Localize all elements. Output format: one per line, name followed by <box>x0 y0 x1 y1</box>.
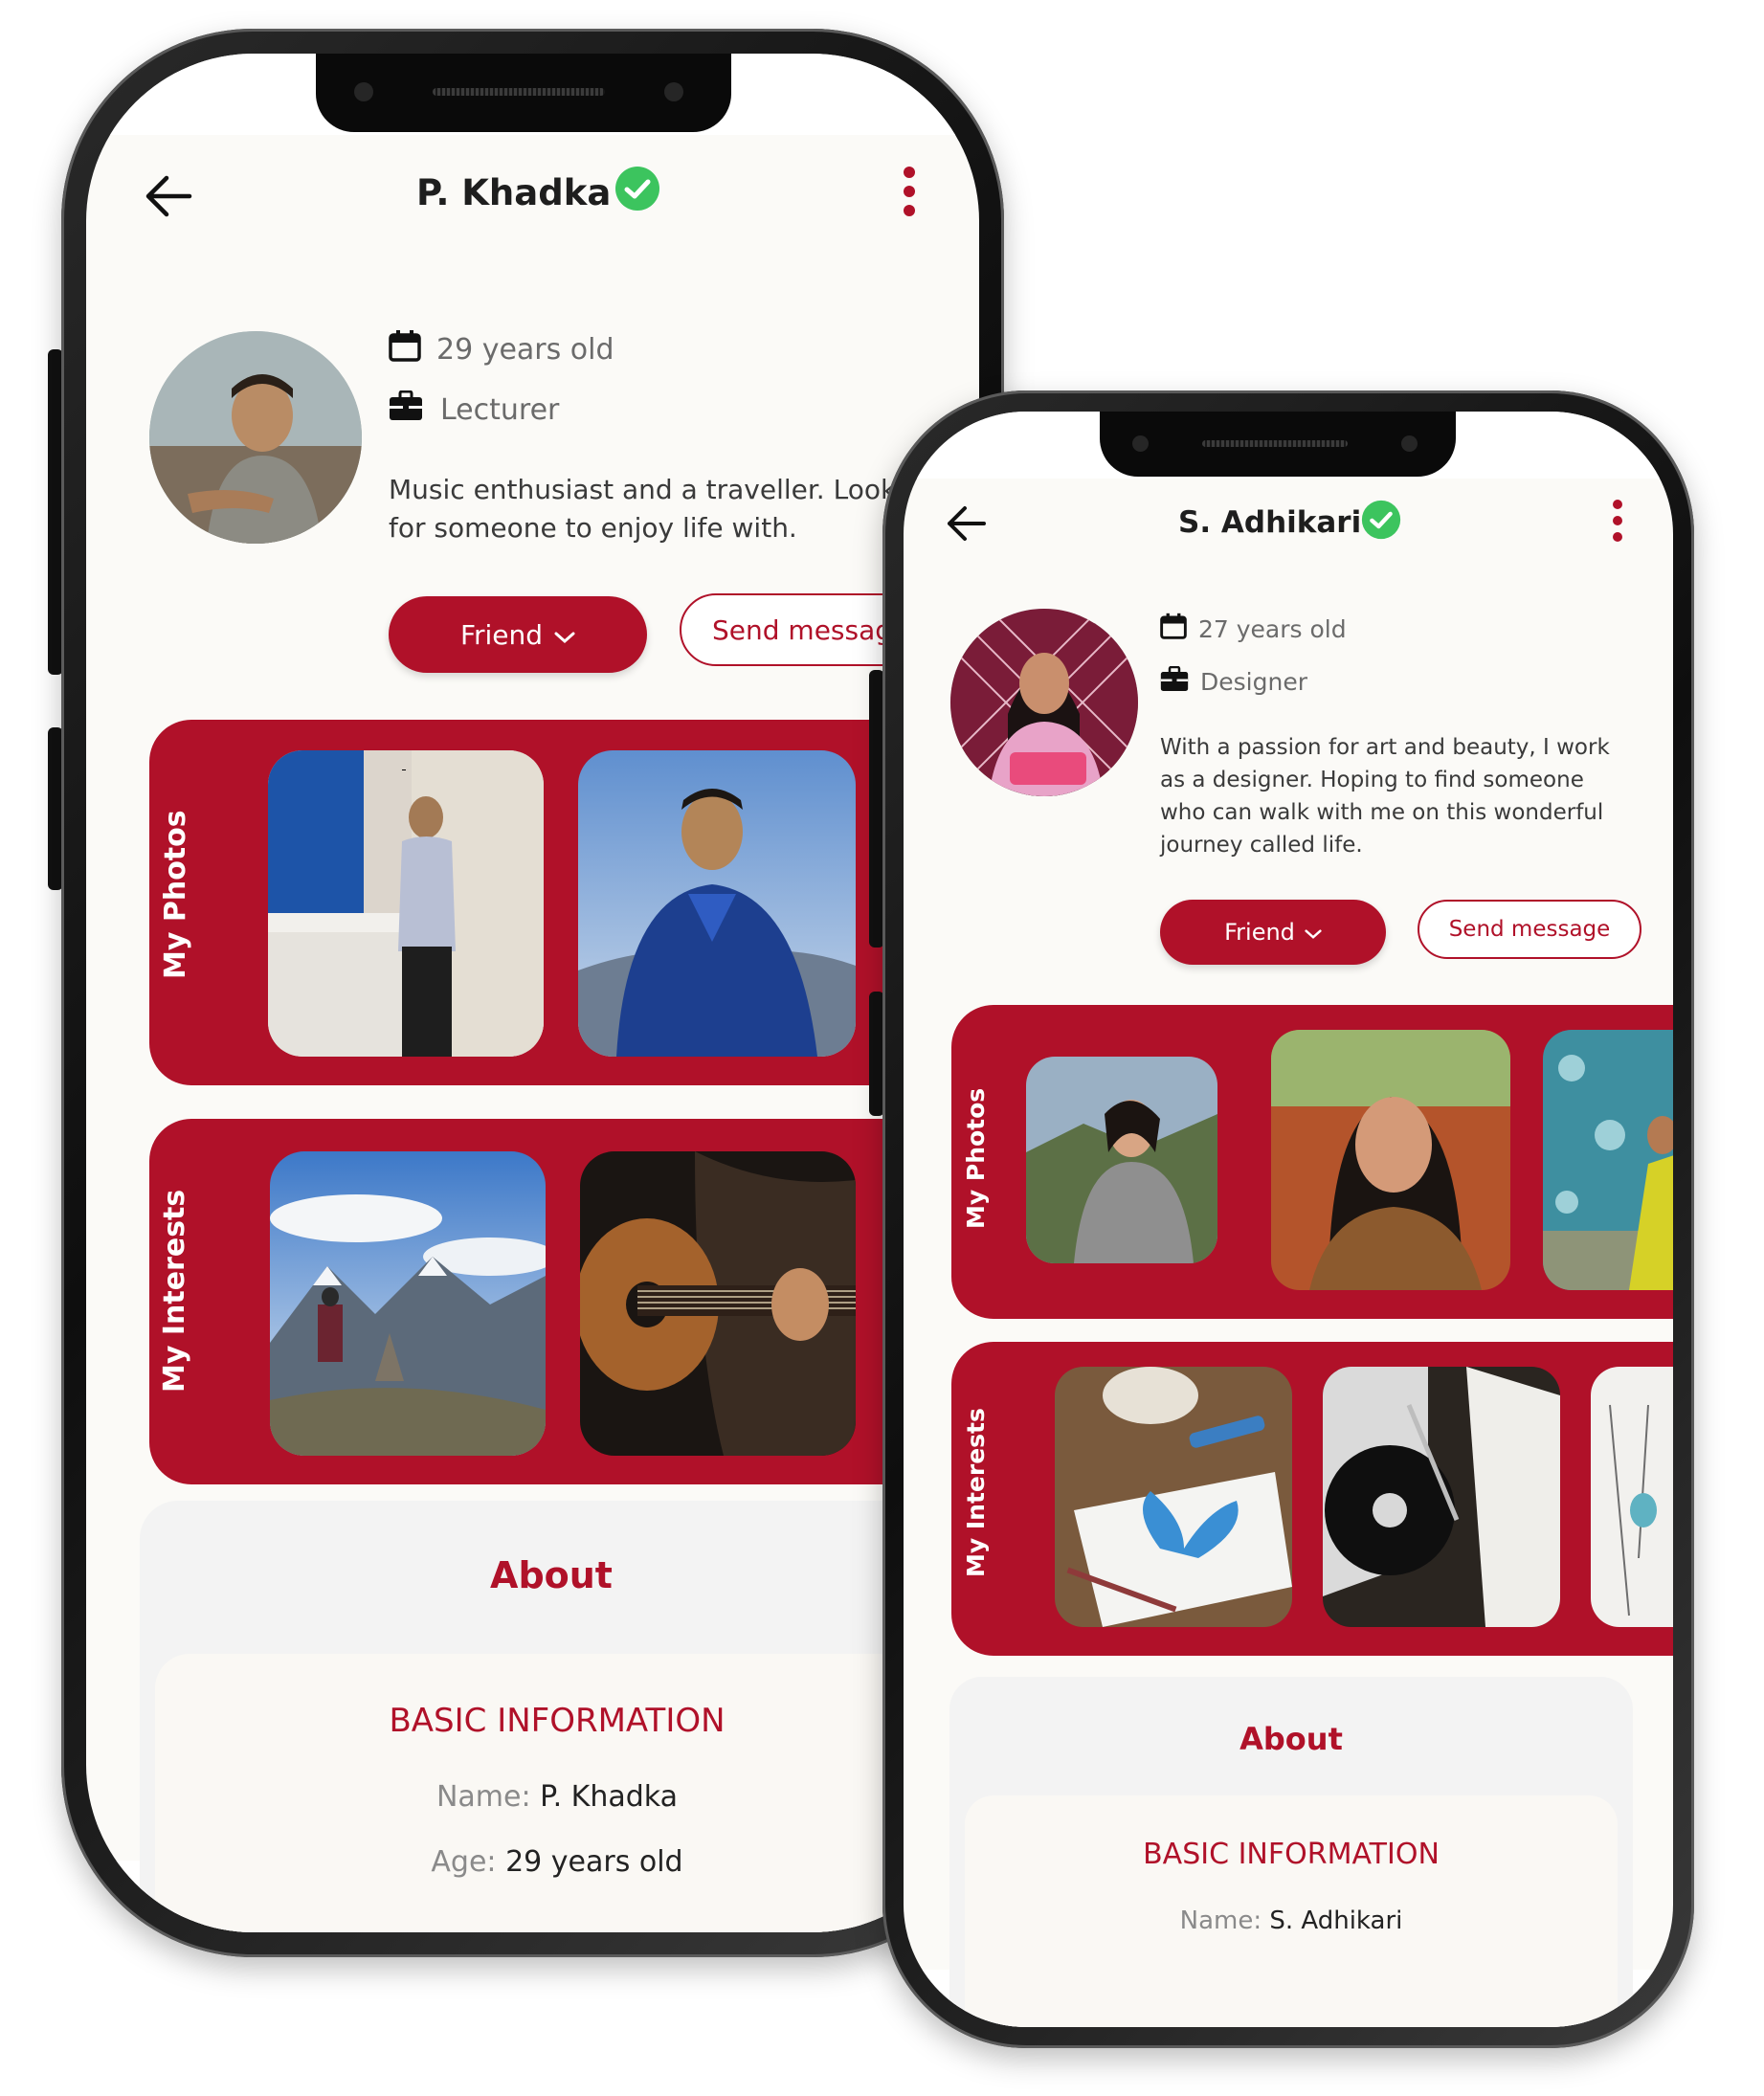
back-arrow-icon[interactable] <box>144 174 193 218</box>
interest-thumbnail[interactable] <box>1591 1367 1673 1627</box>
profile-avatar[interactable] <box>149 331 362 544</box>
basic-information-card: BASIC INFORMATION Name: P. Khadka Age: 2… <box>155 1654 978 1932</box>
bio-line: for someone to enjoy life with. <box>389 512 797 544</box>
photo-thumbnail[interactable] <box>1271 1030 1510 1290</box>
photo-thumbnail[interactable] <box>1543 1030 1673 1290</box>
age-row: 29 years old <box>389 329 614 369</box>
name-row: Name: P. Khadka <box>155 1780 978 1814</box>
interest-thumbnail[interactable] <box>1323 1367 1560 1627</box>
send-message-button[interactable]: Send message <box>1418 900 1641 959</box>
job-text: Lecturer <box>440 392 560 427</box>
chevron-down-icon <box>554 619 575 651</box>
job-text: Designer <box>1200 668 1307 696</box>
calendar-icon <box>1160 613 1187 645</box>
job-row: Designer <box>1160 665 1307 698</box>
profile-name-title: S. Adhikari <box>1178 505 1362 540</box>
phone-left: P. Khadka 29 years old Lecturer Music en… <box>48 29 1004 1957</box>
basic-information-title: BASIC INFORMATION <box>389 1702 726 1740</box>
bio-line: journey called life. <box>1160 833 1363 858</box>
notch <box>1100 412 1456 477</box>
interest-thumbnail[interactable] <box>1055 1367 1292 1627</box>
age-key: Age: <box>431 1845 497 1879</box>
calendar-icon <box>389 329 421 369</box>
my-interests-section: My Interests <box>951 1342 1673 1656</box>
app-bar: P. Khadka <box>86 165 979 226</box>
briefcase-icon <box>389 390 423 429</box>
profile-name-title: P. Khadka <box>416 172 612 213</box>
more-vertical-icon[interactable] <box>1611 498 1624 544</box>
chevron-down-icon <box>1305 919 1322 946</box>
name-key: Name: <box>435 1780 531 1814</box>
notch <box>316 54 731 132</box>
send-message-label: Send messag <box>712 613 893 646</box>
my-interests-label: My Interests <box>158 1189 191 1393</box>
speaker-grille <box>1202 439 1348 447</box>
front-camera <box>1132 435 1149 452</box>
basic-information-card: BASIC INFORMATION Name: S. Adhikari <box>965 1795 1618 2027</box>
about-title: About <box>490 1554 613 1596</box>
my-photos-section: My Photos <box>951 1005 1673 1319</box>
bio-line: With a passion for art and beauty, I wor… <box>1160 735 1610 760</box>
send-message-label: Send message <box>1448 917 1611 942</box>
my-photos-label: My Photos <box>159 810 192 979</box>
name-value: P. Khadka <box>540 1780 678 1814</box>
screen: S. Adhikari 27 years old Designer With a… <box>904 412 1673 2027</box>
interest-thumbnail[interactable] <box>270 1151 546 1456</box>
age-info-row: Age: 29 years old <box>155 1845 978 1879</box>
job-row: Lecturer <box>389 390 559 429</box>
profile-avatar[interactable] <box>950 609 1138 796</box>
age-value: 29 years old <box>505 1845 683 1879</box>
phone-right: S. Adhikari 27 years old Designer With a… <box>869 390 1694 2048</box>
bio-text: Music enthusiast and a traveller. Look f… <box>389 471 896 547</box>
speaker-grille <box>433 88 605 96</box>
more-vertical-icon[interactable] <box>902 165 917 218</box>
friend-button[interactable]: Friend <box>1160 900 1386 965</box>
app-bar: S. Adhikari <box>904 498 1673 555</box>
front-camera <box>1401 435 1418 452</box>
friend-button[interactable]: Friend <box>389 596 647 673</box>
about-title: About <box>1239 1721 1343 1757</box>
screen: P. Khadka 29 years old Lecturer Music en… <box>86 54 979 1932</box>
my-photos-section: My Photos <box>149 720 979 1085</box>
briefcase-icon <box>1160 665 1189 698</box>
about-card: About BASIC INFORMATION Name: S. Adhikar… <box>949 1677 1633 2027</box>
verified-check-icon <box>614 166 660 212</box>
name-row: Name: S. Adhikari <box>965 1906 1618 1935</box>
my-interests-section: My Interests <box>149 1119 979 1484</box>
friend-label: Friend <box>459 618 544 651</box>
verified-check-icon <box>1361 500 1401 540</box>
interest-thumbnail[interactable] <box>580 1151 856 1456</box>
age-text: 27 years old <box>1198 614 1347 643</box>
bio-line: who can walk with me on this wonderful <box>1160 800 1604 825</box>
friend-label: Friend <box>1224 919 1295 946</box>
name-key: Name: <box>1179 1906 1262 1935</box>
age-text: 29 years old <box>436 332 614 367</box>
my-photos-label: My Photos <box>962 1087 990 1229</box>
bio-text: With a passion for art and beauty, I wor… <box>1160 731 1610 861</box>
photo-thumbnail[interactable] <box>578 750 856 1057</box>
age-row: 27 years old <box>1160 613 1347 645</box>
about-card: About BASIC INFORMATION Name: P. Khadka … <box>140 1501 978 1932</box>
photo-thumbnail[interactable] <box>1026 1057 1217 1263</box>
basic-information-title: BASIC INFORMATION <box>1143 1838 1440 1871</box>
bio-line: as a designer. Hoping to find someone <box>1160 768 1584 792</box>
my-interests-label: My Interests <box>962 1408 990 1577</box>
back-arrow-icon[interactable] <box>946 505 988 542</box>
bio-line: Music enthusiast and a traveller. Look <box>389 474 897 505</box>
name-value: S. Adhikari <box>1269 1906 1403 1935</box>
front-camera <box>354 82 373 101</box>
photo-thumbnail[interactable] <box>268 750 544 1057</box>
front-camera <box>664 82 683 101</box>
